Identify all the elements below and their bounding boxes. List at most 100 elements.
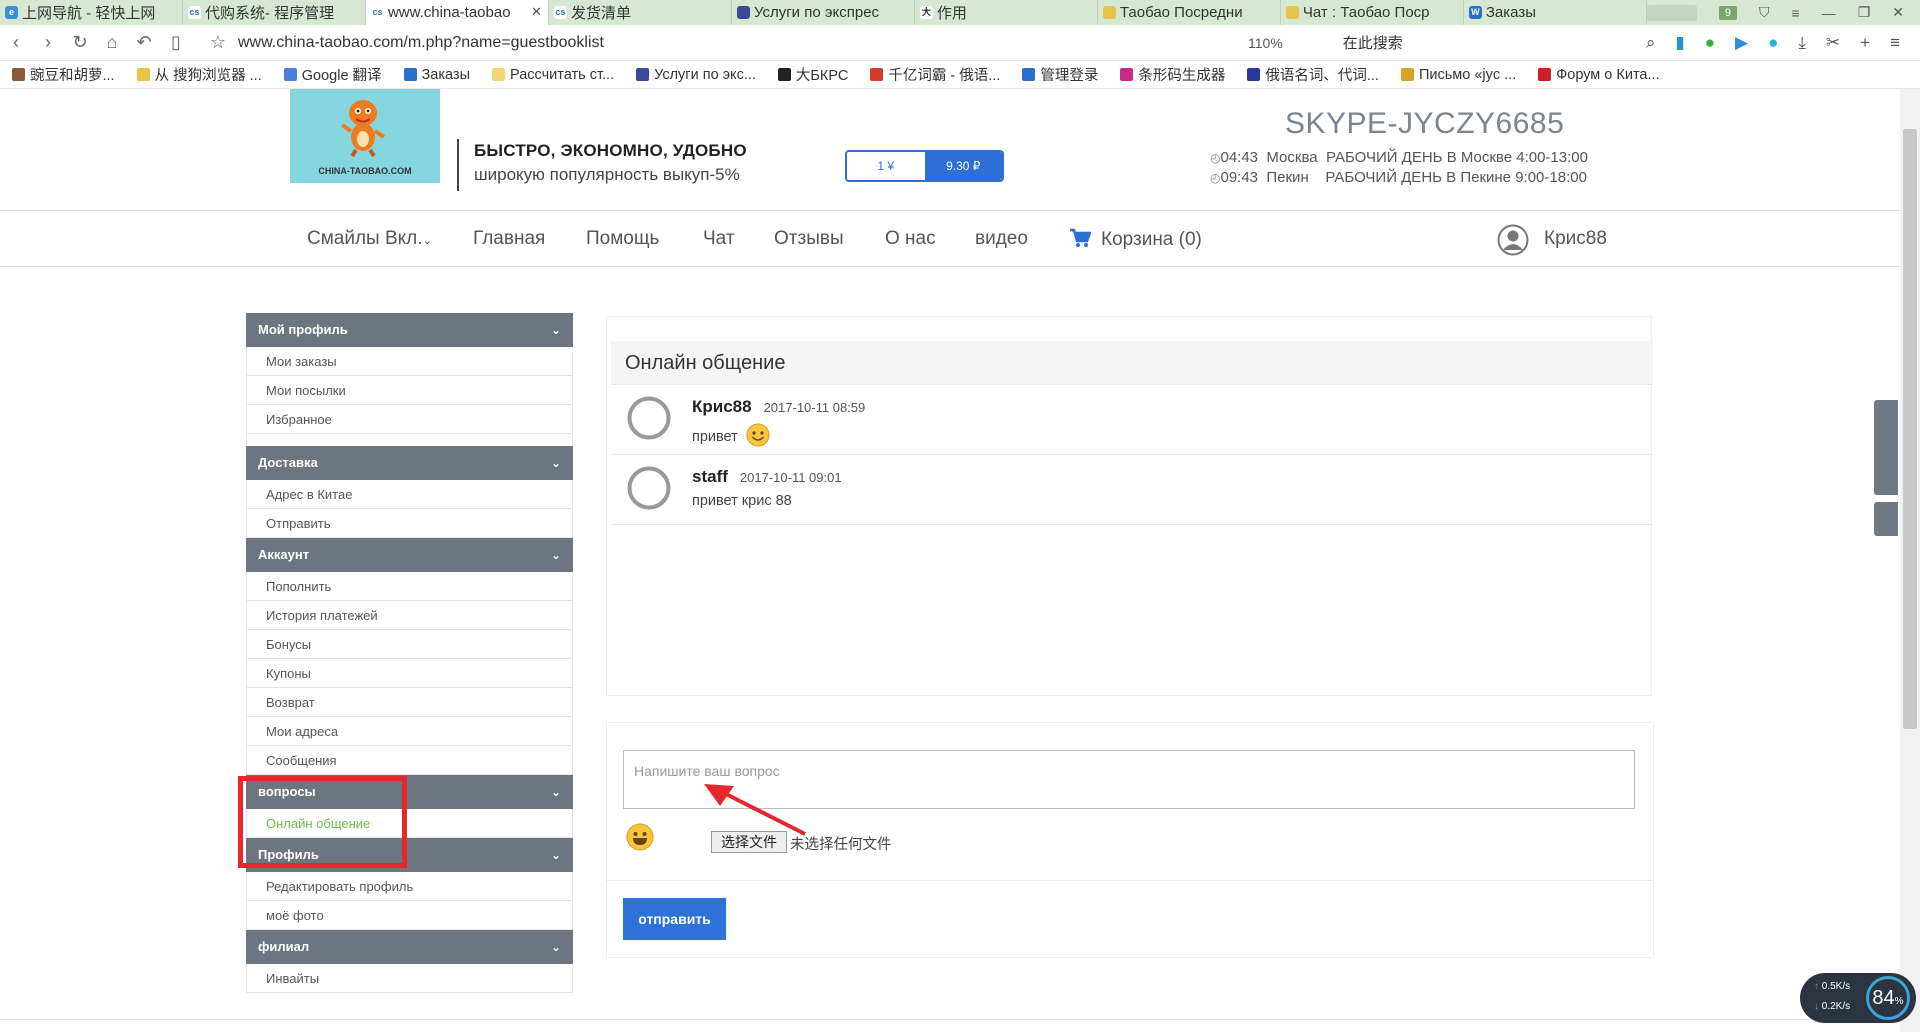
home-icon[interactable]: ⌂ — [96, 32, 128, 53]
new-tab-button[interactable] — [1646, 4, 1697, 21]
bookmark-icon — [12, 68, 25, 81]
bookmark-item[interactable]: 俄语名词、代词... — [1247, 64, 1379, 85]
nav-video[interactable]: видео — [975, 228, 1028, 250]
nav-about[interactable]: О нас — [885, 228, 936, 250]
network-speed-widget[interactable]: ↑ 0.5K/s ↓ 0.2K/s 84% — [1800, 973, 1916, 1023]
sidebar-item-invites[interactable]: Инвайты — [246, 964, 573, 993]
browser-tab[interactable]: e 上网导航 - 轻快上网 — [0, 0, 183, 25]
restore-icon[interactable]: ❐ — [1858, 4, 1871, 21]
browser-tab[interactable]: cs 发货清单 — [549, 0, 732, 25]
search-icon[interactable]: ⌕ — [1646, 33, 1656, 53]
menu-icon[interactable]: ≡ — [1792, 5, 1800, 21]
browser-tab[interactable]: Чат : Таобао Поср — [1281, 0, 1464, 25]
w-icon: W — [1468, 6, 1482, 19]
nav-user[interactable]: Крис88 — [1544, 228, 1607, 250]
download-icon[interactable]: ⤓ — [1798, 33, 1806, 53]
plane-icon — [736, 6, 750, 19]
nav-help[interactable]: Помощь — [586, 228, 659, 250]
form-divider — [607, 880, 1653, 881]
bookmark-item[interactable]: Заказы — [403, 67, 470, 83]
bookmark-item[interactable]: Услуги по экс... — [636, 67, 756, 83]
reader-icon[interactable]: ▯ — [160, 32, 192, 53]
bkrs-icon: 大 — [919, 6, 933, 19]
tab-count-badge[interactable]: 9 — [1718, 5, 1738, 20]
sidebar-head-account[interactable]: Аккаунт ⌄ — [246, 538, 573, 572]
page-scrollbar[interactable] — [1900, 89, 1920, 1032]
wechat-icon[interactable]: ● — [1705, 33, 1715, 53]
browser-tab[interactable]: Услуги по экспрес — [732, 0, 915, 25]
bookmark-item[interactable]: 大БКРС — [777, 64, 848, 85]
bookmark-item[interactable]: Письмо «jyc ... — [1400, 67, 1516, 83]
bookmark-item[interactable]: 从 搜狗浏览器 ... — [136, 64, 262, 85]
bookmark-item[interactable]: Google 翻译 — [283, 64, 382, 85]
sidebar-item-refund[interactable]: Возврат — [246, 688, 573, 717]
plus-icon[interactable]: + — [1860, 33, 1870, 53]
close-window-icon[interactable]: ✕ — [1892, 4, 1904, 21]
nav-chat[interactable]: Чат — [703, 228, 735, 250]
search-input[interactable]: 在此搜索 — [1343, 32, 1493, 53]
sidebar-item-coupons[interactable]: Купоны — [246, 659, 573, 688]
sidebar-head-branch[interactable]: филиал ⌄ — [246, 930, 573, 964]
scrollbar-thumb[interactable] — [1903, 129, 1917, 729]
sidebar-item-parcels[interactable]: Мои посылки — [246, 376, 573, 405]
emoji-picker-icon[interactable] — [626, 823, 654, 851]
star-icon[interactable]: ☆ — [202, 32, 234, 53]
bookmark-item[interactable]: 千亿词霸 - 俄语... — [870, 64, 1000, 85]
sidebar-item-bonuses[interactable]: Бонусы — [246, 630, 573, 659]
browser-tab[interactable]: W Заказы — [1464, 0, 1647, 25]
forum-icon — [1538, 68, 1552, 81]
nav-smiles[interactable]: Смайлы Вкл.⌄ — [307, 228, 432, 250]
undo-icon[interactable]: ↶ — [128, 32, 160, 53]
sidebar-item-edit-profile[interactable]: Редактировать профиль — [246, 872, 573, 901]
browser-tab[interactable]: cs 代购系统- 程序管理 — [183, 0, 366, 25]
shirt-icon[interactable]: ⛉ — [1759, 4, 1770, 21]
share-widget[interactable] — [1874, 400, 1898, 495]
time-beijing-row: ◴09:43 Пекин РАБОЧИЙ ДЕНЬ В Пекине 9:00-… — [1210, 169, 1587, 186]
sidebar-item-messages[interactable]: Сообщения — [246, 746, 573, 775]
arrow-down-icon: ↓ — [1814, 1001, 1819, 1012]
bookmark-item[interactable]: 条形码生成器 — [1120, 64, 1225, 85]
bookmark-item[interactable]: 豌豆和胡萝... — [12, 64, 115, 85]
bookmark-item[interactable]: Рассчитать ст... — [492, 67, 614, 83]
feedback-widget[interactable] — [1874, 502, 1898, 536]
url-input[interactable]: www.china-taobao.com/m.php?name=guestboo… — [238, 34, 1218, 52]
browser-tab[interactable]: Таобао Посредни — [1098, 0, 1281, 25]
bookmark-item[interactable]: 管理登录 — [1022, 64, 1098, 85]
ie-icon: e — [5, 6, 18, 19]
scissors-icon[interactable]: ✂ — [1826, 33, 1840, 53]
play-icon[interactable]: ▶ — [1735, 33, 1748, 53]
browser-tab-active[interactable]: cs www.china-taobao ✕ — [365, 0, 549, 25]
menu-icon[interactable]: ≡ — [1890, 33, 1900, 53]
sidebar-item-addresses[interactable]: Мои адреса — [246, 717, 573, 746]
sidebar-item-china-address[interactable]: Адрес в Китае — [246, 480, 573, 509]
refresh-icon[interactable]: ↻ — [64, 32, 96, 53]
bookmark-item[interactable]: Форум о Кита... — [1538, 67, 1660, 83]
bookmark-icon[interactable]: ▮ — [1675, 33, 1684, 53]
back-icon[interactable]: ‹ — [0, 32, 32, 53]
forward-icon[interactable]: › — [32, 32, 64, 53]
sidebar-head-profile[interactable]: Мой профиль ⌄ — [246, 313, 573, 347]
annotation-arrow — [704, 784, 806, 836]
sidebar-item-payments[interactable]: История платежей — [246, 601, 573, 630]
sidebar-item-favorites[interactable]: Избранное — [246, 405, 573, 434]
minimize-icon[interactable]: — — [1822, 5, 1836, 21]
nav-cart[interactable]: Корзина (0) — [1069, 228, 1202, 251]
chevron-down-icon: ⌄ — [550, 456, 561, 470]
user-avatar-icon[interactable] — [1497, 224, 1529, 256]
site-logo[interactable]: CHINA-TAOBAO.COM — [290, 89, 440, 183]
cart-icon — [1070, 228, 1091, 247]
zoom-level[interactable]: 110% — [1248, 35, 1283, 51]
sidebar-head-delivery[interactable]: Доставка ⌄ — [246, 446, 573, 480]
sidebar-item-orders[interactable]: Мои заказы — [246, 347, 573, 376]
sidebar-item-send[interactable]: Отправить — [246, 509, 573, 538]
sidebar-gap — [246, 434, 573, 446]
nav-reviews[interactable]: Отзывы — [774, 228, 844, 250]
close-icon[interactable]: ✕ — [531, 4, 542, 20]
browser-tab[interactable]: 大作用 — [915, 0, 1098, 25]
sidebar-item-my-photo[interactable]: моё фото — [246, 901, 573, 930]
nav-home[interactable]: Главная — [473, 228, 545, 250]
translate-icon[interactable]: ● — [1768, 33, 1778, 53]
sidebar-item-topup[interactable]: Пополнить — [246, 572, 573, 601]
send-button[interactable]: отправить — [623, 898, 726, 940]
site-header: CHINA-TAOBAO.COM БЫСТРО, ЭКОНОМНО, УДОБН… — [0, 89, 1900, 211]
